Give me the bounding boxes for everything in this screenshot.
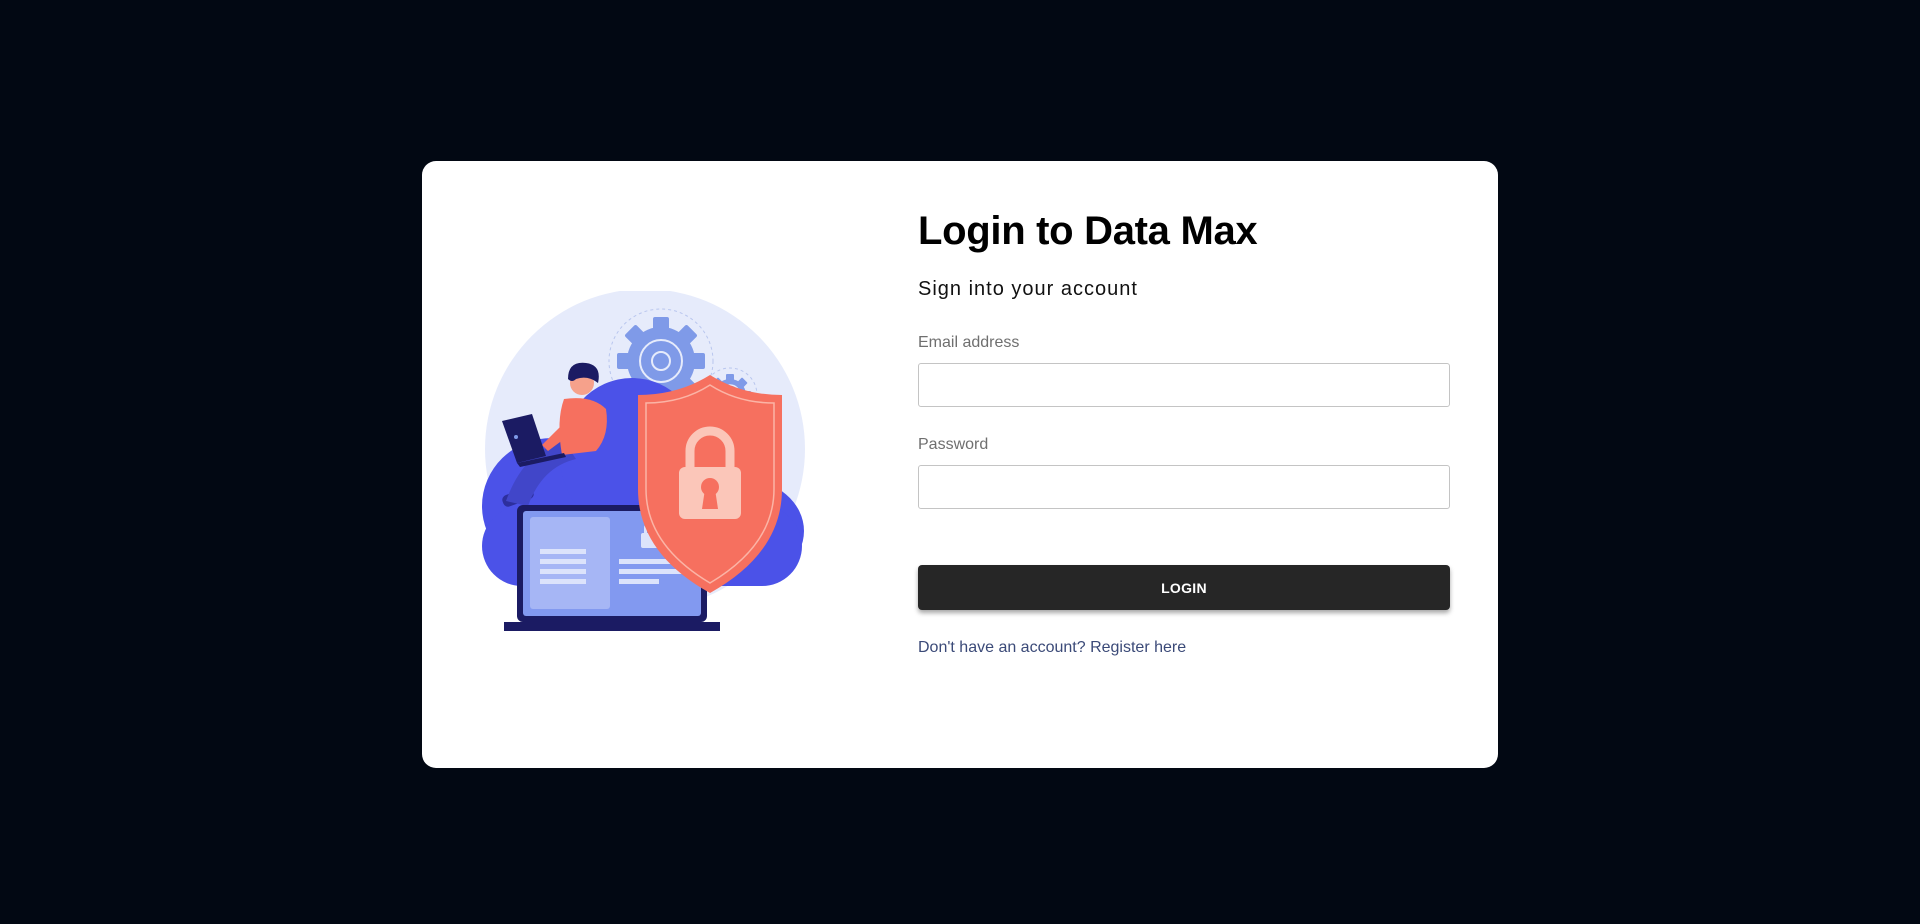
login-card: Login to Data Max Sign into your account…	[422, 161, 1498, 768]
page-subtitle: Sign into your account	[918, 278, 1138, 300]
password-field[interactable]	[918, 465, 1450, 509]
page-title: Login to Data Max	[918, 209, 1258, 253]
register-link[interactable]: Don't have an account? Register here	[918, 638, 1186, 658]
login-button[interactable]: LOGIN	[918, 565, 1450, 610]
email-field[interactable]	[918, 363, 1450, 407]
illustration-graphic	[482, 289, 805, 631]
login-form: Login to Data Max Sign into your account…	[918, 207, 1450, 658]
email-label: Email address	[918, 334, 1020, 351]
cloud-security-illustration	[472, 289, 842, 656]
password-label: Password	[918, 436, 989, 453]
